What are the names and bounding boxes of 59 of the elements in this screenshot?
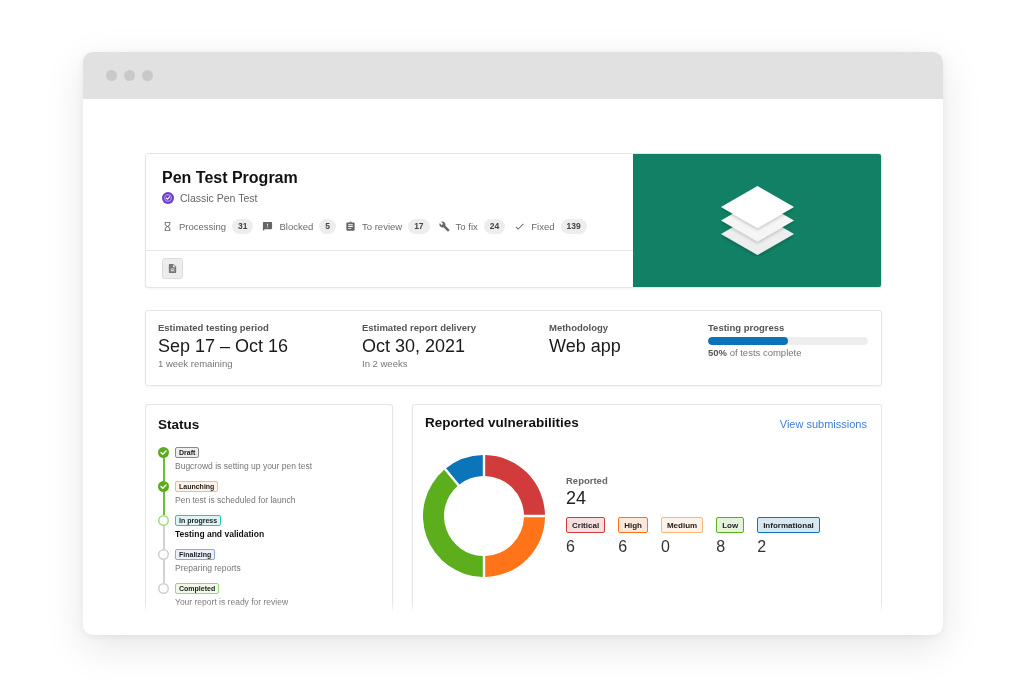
severity-count: 2 bbox=[757, 538, 767, 556]
document-button[interactable] bbox=[162, 258, 183, 279]
timeline-connector bbox=[162, 458, 165, 481]
severity-badge: Informational bbox=[757, 517, 820, 533]
timeline-connector bbox=[162, 526, 165, 549]
layers-icon bbox=[720, 185, 794, 256]
severity-count: 6 bbox=[618, 538, 628, 556]
field-label: Estimated report delivery bbox=[362, 322, 477, 334]
count-badge: 139 bbox=[560, 218, 587, 234]
step-description: Bugcrowd is setting up your pen test bbox=[175, 460, 313, 472]
donut-slice bbox=[485, 455, 545, 515]
reported-total: 24 bbox=[566, 488, 587, 508]
severity-count: 8 bbox=[716, 538, 726, 556]
step-description: Testing and validation bbox=[175, 528, 265, 540]
count-badge: 24 bbox=[483, 218, 506, 234]
program-type: Classic Pen Test bbox=[180, 191, 258, 205]
field-value: Web app bbox=[549, 335, 621, 357]
severity-badge: Critical bbox=[566, 517, 606, 533]
progress-caption: 50% of tests complete bbox=[708, 347, 802, 359]
panel-title: Reported vulnerabilities bbox=[425, 415, 579, 431]
speech-bubble-icon bbox=[262, 220, 274, 232]
panel-title: Status bbox=[158, 417, 200, 433]
stat-label: Processing bbox=[179, 220, 226, 232]
wrench-icon bbox=[438, 220, 450, 232]
progress-label: Testing progress bbox=[708, 322, 785, 334]
window-dot-icon bbox=[124, 70, 135, 81]
field-note: 1 week remaining bbox=[158, 358, 233, 370]
clipboard-icon bbox=[345, 220, 356, 232]
count-badge: 31 bbox=[232, 218, 254, 234]
submissions-link[interactable]: View submissions bbox=[779, 418, 867, 431]
step-description: Pen test is scheduled for launch bbox=[175, 494, 296, 506]
stat-label: Blocked bbox=[279, 220, 314, 232]
field-label: Estimated testing period bbox=[158, 322, 269, 334]
count-badge: 17 bbox=[408, 218, 430, 234]
severity-count: 0 bbox=[660, 538, 670, 556]
program-title: Pen Test Program bbox=[162, 169, 298, 187]
field-value: Oct 30, 2021 bbox=[362, 335, 466, 357]
window-dot-icon bbox=[142, 70, 153, 81]
severity-badge: High bbox=[618, 517, 648, 533]
stat-label: Fixed bbox=[531, 220, 555, 232]
check-badge-icon bbox=[162, 192, 174, 204]
severity-badge: Medium bbox=[660, 517, 704, 533]
step-description: Your report is ready for review bbox=[175, 596, 289, 608]
stat-label: To fix bbox=[455, 220, 478, 232]
window-dot-icon bbox=[106, 70, 117, 81]
severity-badge: Low bbox=[716, 517, 745, 533]
reported-label: Reported bbox=[566, 475, 608, 487]
severity-count: 6 bbox=[566, 538, 575, 556]
field-value: Sep 17 – Oct 16 bbox=[158, 335, 289, 357]
document-icon bbox=[167, 263, 178, 274]
count-badge: 5 bbox=[319, 218, 336, 234]
hourglass-icon bbox=[162, 220, 173, 232]
field-label: Methodology bbox=[549, 322, 609, 334]
donut-slice bbox=[485, 517, 545, 577]
step-description: Preparing reports bbox=[175, 562, 241, 574]
timeline-connector bbox=[162, 560, 165, 583]
timeline-connector bbox=[162, 492, 165, 515]
stat-label: To review bbox=[362, 220, 403, 232]
field-note: In 2 weeks bbox=[362, 358, 408, 370]
